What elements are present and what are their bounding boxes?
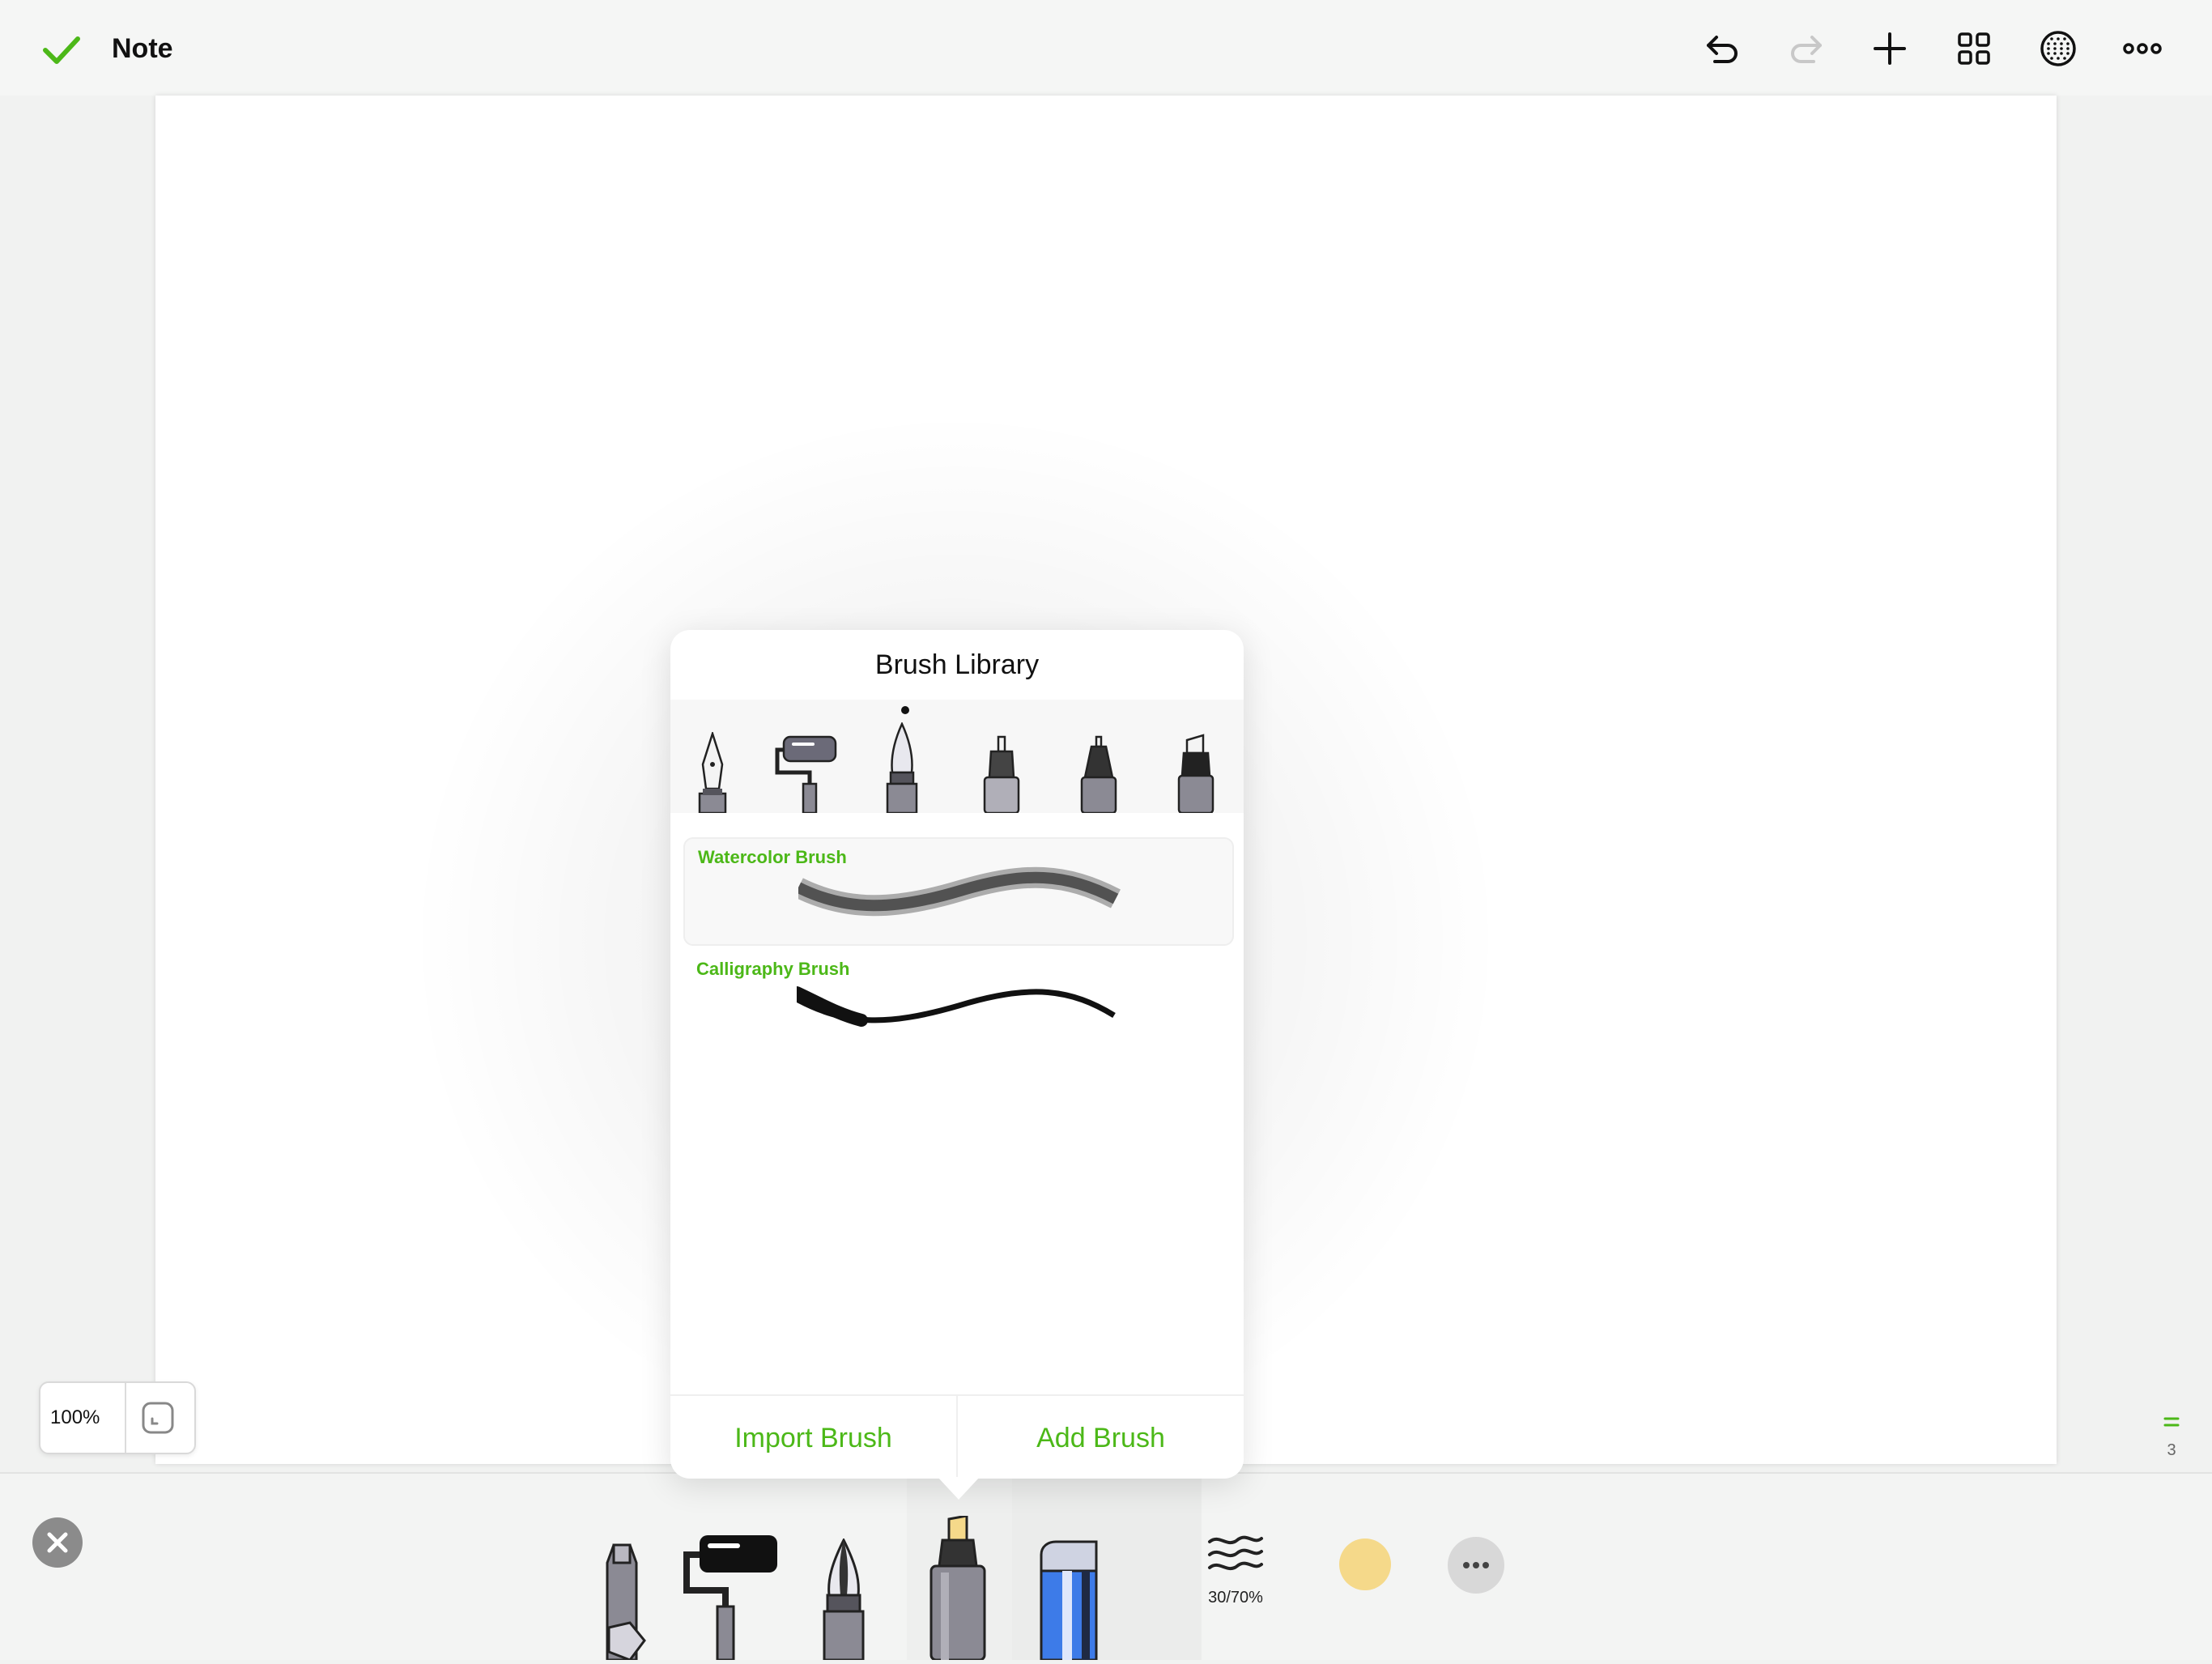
eraser-icon xyxy=(1040,1540,1098,1662)
ellipsis-icon xyxy=(1463,1562,1489,1568)
chisel-marker-icon xyxy=(1177,734,1214,815)
dotted-globe-icon xyxy=(2040,31,2076,66)
note-title: Note xyxy=(112,33,173,64)
close-icon xyxy=(47,1532,68,1553)
brush-pen-icon xyxy=(886,721,918,815)
zoom-divider xyxy=(125,1383,126,1453)
fineliner-icon xyxy=(983,735,1020,815)
more-tools-button[interactable] xyxy=(1448,1537,1504,1594)
popover-title: Brush Library xyxy=(874,649,1040,680)
paper-style-button[interactable] xyxy=(2032,24,2084,73)
brush-pen-icon xyxy=(823,1537,865,1662)
page-lines-icon xyxy=(2163,1417,2180,1427)
fineliner-tab[interactable] xyxy=(981,735,1022,815)
brush-type-strip xyxy=(670,700,1244,815)
tool-bar: 30/70% xyxy=(0,1472,2212,1662)
technical-pen-tab[interactable] xyxy=(1078,735,1119,815)
size-opacity-label: 30/70% xyxy=(1208,1589,1263,1607)
brush-item-watercolor[interactable]: Watercolor Brush xyxy=(683,837,1234,946)
paint-bucket-icon xyxy=(606,1543,646,1662)
zoom-control[interactable]: 100% xyxy=(39,1381,196,1454)
undo-button[interactable] xyxy=(1697,24,1749,73)
fountain-pen-tab[interactable] xyxy=(695,730,730,815)
redo-icon xyxy=(1791,36,1822,63)
top-bar: Note xyxy=(0,0,2212,96)
zoom-level: 100% xyxy=(50,1407,100,1428)
brush-library-popover: Brush Library Watercolor Brush Calligrap… xyxy=(670,630,1244,1480)
stroke-size-button[interactable] xyxy=(1205,1530,1266,1579)
paint-roller-icon xyxy=(683,1535,777,1662)
ellipsis-icon xyxy=(2123,43,2162,54)
add-brush-button[interactable]: Add Brush xyxy=(958,1396,1244,1480)
import-brush-button[interactable]: Import Brush xyxy=(670,1396,956,1480)
done-button[interactable] xyxy=(39,29,89,70)
grid-icon xyxy=(1958,32,1990,65)
roller-brush-tab[interactable] xyxy=(774,735,839,815)
plus-icon xyxy=(1874,32,1906,65)
roller-tool[interactable] xyxy=(680,1534,782,1662)
page-indicator[interactable]: 3 xyxy=(2154,1411,2189,1466)
close-toolbar-button[interactable] xyxy=(32,1517,83,1568)
popover-footer: Import Brush Add Brush xyxy=(670,1394,1244,1480)
page-number: 3 xyxy=(2167,1441,2176,1459)
popover-arrow xyxy=(938,1477,980,1500)
paint-roller-icon xyxy=(775,735,837,815)
marker-tool[interactable] xyxy=(923,1514,993,1662)
brush-pen-tool[interactable] xyxy=(818,1537,870,1662)
waves-icon xyxy=(1208,1535,1263,1571)
chisel-marker-tab[interactable] xyxy=(1176,734,1216,815)
pages-grid-button[interactable] xyxy=(1948,24,2000,73)
fit-page-button[interactable] xyxy=(139,1399,177,1436)
fill-tool[interactable] xyxy=(591,1538,653,1662)
checkmark-icon xyxy=(43,36,80,64)
fit-page-icon xyxy=(142,1402,174,1434)
brush-item-calligraphy[interactable]: Calligraphy Brush xyxy=(683,951,1231,1056)
more-button[interactable] xyxy=(2116,24,2168,73)
calligraphy-stroke-preview xyxy=(797,986,1116,1027)
undo-icon xyxy=(1707,36,1738,63)
selected-indicator xyxy=(901,706,909,714)
marker-icon xyxy=(929,1514,986,1662)
add-button[interactable] xyxy=(1864,24,1916,73)
redo-button[interactable] xyxy=(1780,24,1831,73)
watercolor-stroke-preview xyxy=(798,866,1121,917)
color-picker-button[interactable] xyxy=(1339,1538,1391,1590)
watercolor-brush-tab[interactable] xyxy=(884,721,920,815)
technical-pen-icon xyxy=(1080,735,1117,815)
eraser-tool[interactable] xyxy=(1036,1538,1101,1662)
fountain-pen-icon xyxy=(698,730,727,815)
